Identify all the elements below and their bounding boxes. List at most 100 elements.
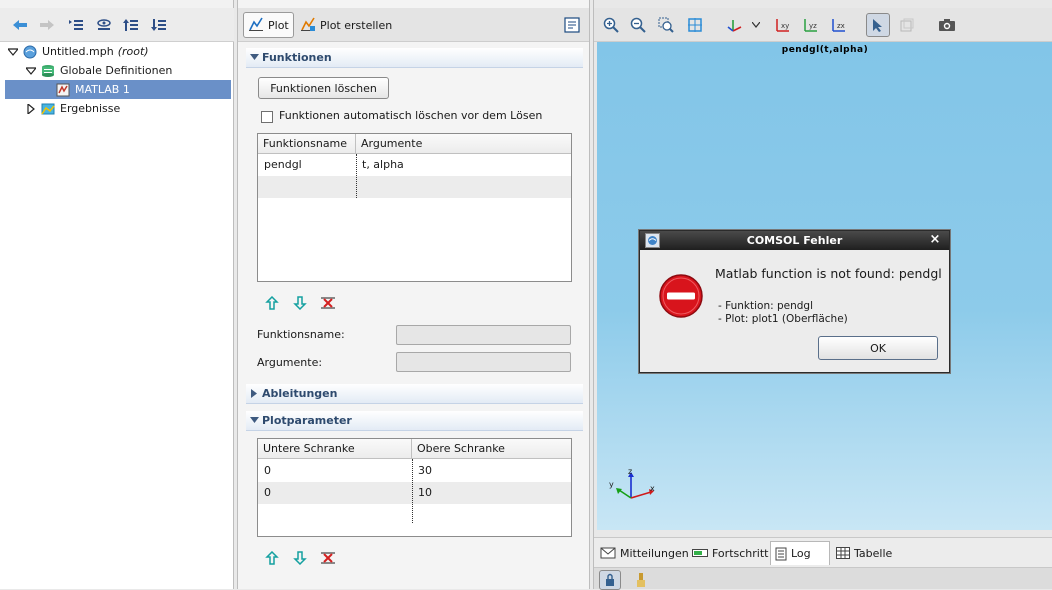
log-icon xyxy=(775,547,787,561)
tree-matlab-label: MATLAB 1 xyxy=(75,83,130,96)
ok-button[interactable]: OK xyxy=(818,336,938,360)
collapse-all-icon[interactable] xyxy=(122,16,140,34)
tab-log-label: Log xyxy=(791,547,811,560)
view-menu-chevron-down-icon[interactable] xyxy=(750,16,762,34)
back-arrow-icon[interactable] xyxy=(11,16,29,34)
plot-button-label: Plot xyxy=(268,18,289,32)
model-builder-toolbar xyxy=(0,8,234,42)
section-derivatives-header[interactable]: Ableitungen xyxy=(246,384,583,404)
error-dialog: COMSOL Fehler × Matlab function is not f… xyxy=(639,230,950,373)
column-header-upper-bound[interactable]: Obere Schranke xyxy=(412,439,571,459)
view-zx-icon[interactable]: zx xyxy=(830,16,848,34)
cell-function-name[interactable]: pendgl xyxy=(258,154,302,176)
global-definitions-icon xyxy=(41,64,55,78)
settings-toolbar: Plot Plot erstellen xyxy=(238,8,589,42)
view-axes-icon[interactable] xyxy=(726,16,744,34)
plot-title: pendgl(t,alpha) xyxy=(781,45,869,55)
tree-results-label: Ergebnisse xyxy=(60,102,121,115)
create-plot-label: Plot erstellen xyxy=(320,18,393,32)
tree-node-results[interactable]: Ergebnisse xyxy=(0,99,232,118)
show-list-icon[interactable] xyxy=(67,16,85,34)
tab-progress-label: Fortschritt xyxy=(712,546,769,560)
clear-log-icon[interactable] xyxy=(632,571,650,589)
collapse-arrow-icon[interactable] xyxy=(7,46,19,58)
progress-icon xyxy=(692,548,708,558)
cell-upper-bound[interactable]: 10 xyxy=(412,482,432,504)
view-yz-icon[interactable]: yz xyxy=(802,16,820,34)
error-detail-plot: - Plot: plot1 (Oberfläche) xyxy=(718,313,848,325)
cell-function-name[interactable] xyxy=(258,176,264,198)
column-header-function-name[interactable]: Funktionsname xyxy=(258,134,356,154)
functions-table-header: Funktionsname Argumente xyxy=(258,134,571,154)
table-row[interactable]: 0 10 xyxy=(258,482,571,504)
zoom-extents-icon[interactable] xyxy=(686,16,704,34)
tab-messages[interactable]: Mitteilungen xyxy=(596,541,693,565)
move-up-icon[interactable] xyxy=(263,549,281,567)
bottom-tab-bar: Mitteilungen Fortschritt Log Tabelle xyxy=(594,537,1052,567)
zoom-box-icon[interactable] xyxy=(657,16,675,34)
dialog-titlebar[interactable]: COMSOL Fehler × xyxy=(640,231,949,250)
section-functions-header[interactable]: Funktionen xyxy=(246,48,583,68)
tree-node-matlab[interactable]: MATLAB 1 xyxy=(5,80,231,99)
zoom-out-icon[interactable] xyxy=(629,16,647,34)
model-file-icon xyxy=(23,45,37,59)
delete-row-icon[interactable] xyxy=(319,549,337,567)
cell-lower-bound[interactable]: 0 xyxy=(258,482,271,504)
cell-upper-bound[interactable]: 30 xyxy=(412,460,432,482)
axis-label-z: z xyxy=(628,467,633,476)
collapse-arrow-icon xyxy=(246,54,262,61)
function-name-field[interactable] xyxy=(396,325,571,345)
table-row[interactable]: pendgl t, alpha xyxy=(258,154,571,176)
select-mode-icon[interactable] xyxy=(866,13,890,37)
show-options-icon[interactable] xyxy=(95,16,113,34)
plot-parameters-table-header: Untere Schranke Obere Schranke xyxy=(258,439,571,459)
table-icon xyxy=(836,547,850,559)
section-functions-title: Funktionen xyxy=(262,51,332,64)
svg-text:yz: yz xyxy=(809,22,817,30)
auto-clear-checkbox[interactable] xyxy=(261,111,273,123)
move-up-icon[interactable] xyxy=(263,294,281,312)
tab-progress[interactable]: Fortschritt xyxy=(688,541,772,565)
axis-triad xyxy=(616,472,654,499)
transparency-icon[interactable] xyxy=(898,16,916,34)
section-plot-parameters-title: Plotparameter xyxy=(262,414,352,427)
tab-log[interactable]: Log xyxy=(770,541,830,565)
forward-arrow-icon[interactable] xyxy=(38,16,56,34)
cell-arguments[interactable]: t, alpha xyxy=(356,154,404,176)
expand-arrow-icon[interactable] xyxy=(25,103,37,115)
scroll-lock-icon[interactable] xyxy=(599,570,621,590)
view-xy-icon[interactable]: xy xyxy=(774,16,792,34)
move-down-icon[interactable] xyxy=(291,294,309,312)
zoom-in-icon[interactable] xyxy=(602,16,620,34)
table-row[interactable]: 0 30 xyxy=(258,460,571,482)
section-derivatives-title: Ableitungen xyxy=(262,387,338,400)
camera-icon[interactable] xyxy=(938,16,956,34)
functions-table: Funktionsname Argumente pendgl t, alpha xyxy=(257,133,572,282)
help-icon[interactable] xyxy=(563,16,581,34)
cell-lower-bound[interactable]: 0 xyxy=(258,460,271,482)
column-header-lower-bound[interactable]: Untere Schranke xyxy=(258,439,412,459)
table-row[interactable] xyxy=(258,176,571,198)
plot-button[interactable]: Plot xyxy=(243,12,294,38)
function-name-field-label: Funktionsname: xyxy=(257,328,345,341)
column-header-arguments[interactable]: Argumente xyxy=(356,134,571,154)
expand-all-icon[interactable] xyxy=(150,16,168,34)
tab-table[interactable]: Tabelle xyxy=(832,541,896,565)
tree-node-global-definitions[interactable]: Globale Definitionen xyxy=(0,61,232,80)
arguments-field[interactable] xyxy=(396,352,571,372)
clear-functions-button[interactable]: Funktionen löschen xyxy=(258,77,389,99)
expand-arrow-icon xyxy=(246,389,262,398)
model-tree: Untitled.mph (root) Globale Definitionen… xyxy=(0,42,233,589)
delete-row-icon[interactable] xyxy=(319,294,337,312)
section-plot-parameters-header[interactable]: Plotparameter xyxy=(246,411,583,431)
tree-node-root[interactable]: Untitled.mph (root) xyxy=(0,42,232,61)
create-plot-icon xyxy=(300,16,316,35)
error-message: Matlab function is not found: pendgl xyxy=(715,266,942,281)
error-icon xyxy=(658,273,704,322)
close-icon[interactable]: × xyxy=(927,232,943,248)
collapse-arrow-icon[interactable] xyxy=(25,65,37,77)
move-down-icon[interactable] xyxy=(291,549,309,567)
tab-table-label: Tabelle xyxy=(854,546,893,560)
create-plot-button[interactable]: Plot erstellen xyxy=(296,12,396,38)
auto-clear-label: Funktionen automatisch löschen vor dem L… xyxy=(279,109,543,122)
